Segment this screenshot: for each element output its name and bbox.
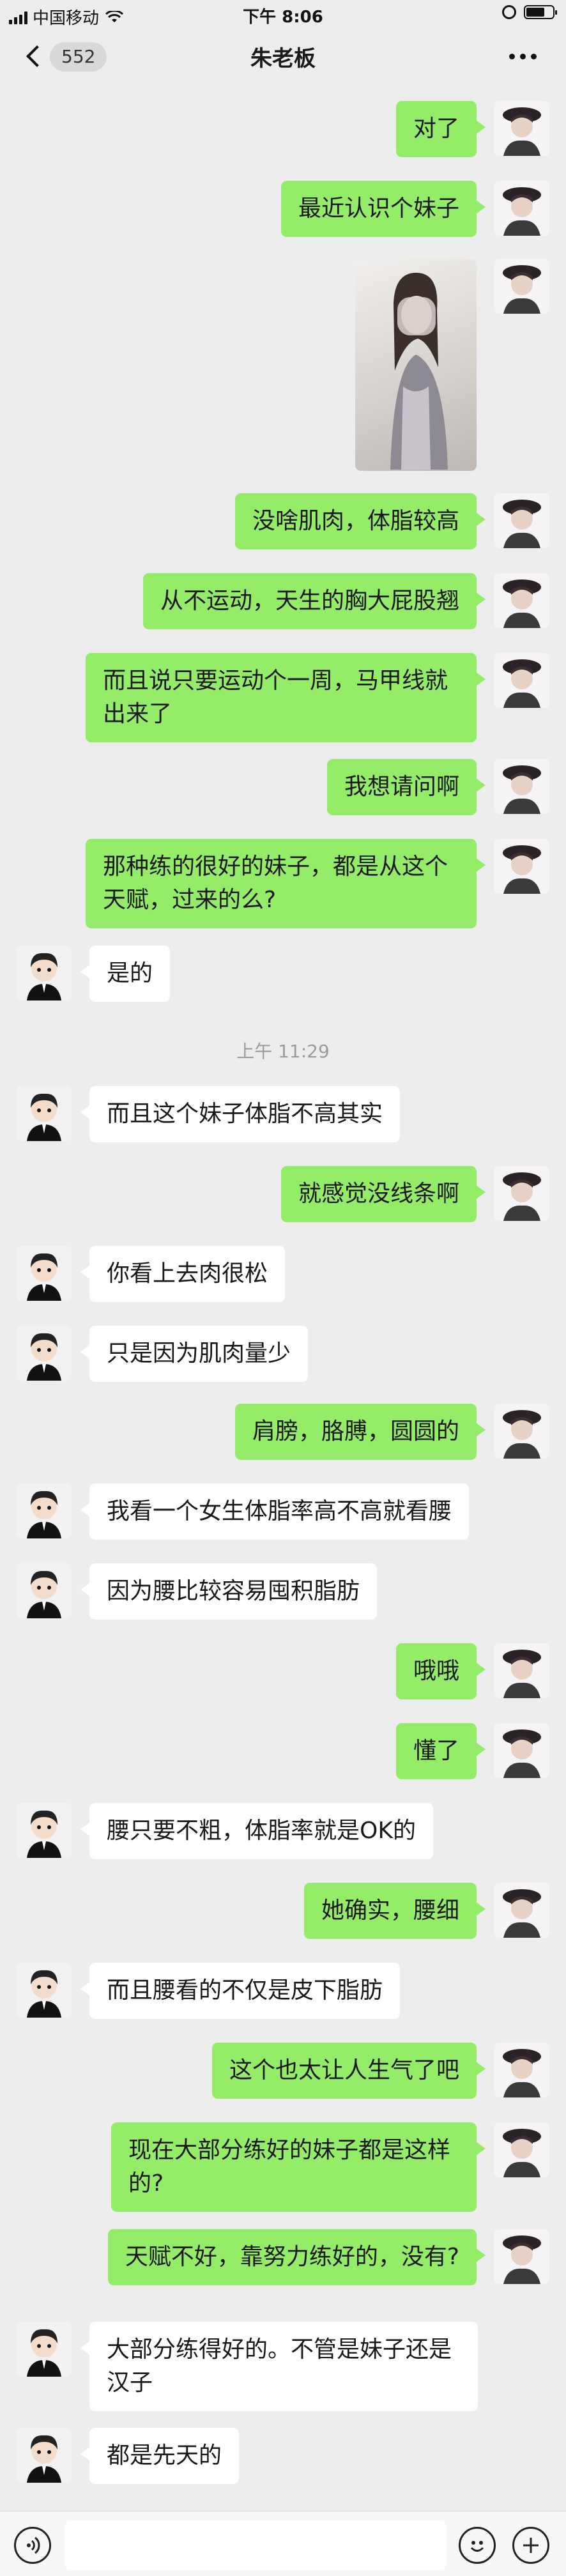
contact-avatar[interactable]	[17, 946, 72, 1000]
message-bubble[interactable]: 天赋不好，靠努力练好的，没有?	[107, 2229, 486, 2285]
my-avatar[interactable]	[494, 573, 549, 628]
message-bubble[interactable]: 你看上去肉很松	[80, 1246, 286, 1302]
my-avatar[interactable]	[494, 839, 549, 894]
message-bubble[interactable]: 这个也太让人生气了吧	[211, 2043, 486, 2099]
contact-avatar[interactable]	[17, 1563, 72, 1618]
contact-avatar[interactable]	[17, 1483, 72, 1538]
chat-header: 552 朱老板	[0, 28, 566, 86]
my-avatar[interactable]	[494, 2043, 549, 2097]
message-bubble[interactable]: 都是先天的	[80, 2428, 240, 2484]
emoji-button[interactable]	[459, 2527, 496, 2564]
message-bubble[interactable]: 就感觉没线条啊	[280, 1166, 486, 1222]
my-avatar[interactable]	[494, 101, 549, 156]
voice-button[interactable]	[14, 2527, 51, 2564]
message-bubble[interactable]: 而且说只要运动个一周，马甲线就出来了	[86, 653, 486, 742]
message-bubble[interactable]: 那种练的很好的妹子，都是从这个天赋，过来的么?	[86, 839, 486, 928]
message-bubble[interactable]: 而且腰看的不仅是皮下脂肪	[80, 1963, 401, 2019]
message-bubble[interactable]: 腰只要不粗，体脂率就是OK的	[80, 1803, 433, 1859]
rotation-lock-icon	[502, 5, 516, 19]
message-bubble[interactable]: 最近认识个妹子	[280, 181, 486, 237]
contact-avatar[interactable]	[17, 1803, 72, 1858]
message-bubble[interactable]: 现在大部分练好的妹子都是这样的?	[111, 2122, 486, 2212]
emoji-icon	[470, 2541, 484, 2552]
voice-icon	[27, 2536, 40, 2554]
message-bubble[interactable]: 没啥肌肉，体脂较高	[234, 493, 486, 549]
message-bubble[interactable]: 懂了	[395, 1723, 486, 1779]
contact-avatar[interactable]	[17, 1963, 72, 2018]
contact-avatar[interactable]	[17, 1326, 72, 1381]
my-avatar[interactable]	[494, 1643, 549, 1698]
contact-avatar[interactable]	[17, 2322, 72, 2377]
message-bubble[interactable]: 只是因为肌肉量少	[80, 1326, 309, 1382]
status-bar: 中国移动 下午 8:06	[0, 0, 566, 28]
message-bubble[interactable]: 对了	[395, 101, 486, 157]
my-avatar[interactable]	[494, 653, 549, 708]
photo-message[interactable]	[355, 259, 477, 471]
input-bar	[0, 2511, 566, 2576]
my-avatar[interactable]	[494, 181, 549, 236]
message-bubble[interactable]: 肩膀，胳膊，圆圆的	[234, 1404, 486, 1460]
message-bubble[interactable]: 哦哦	[395, 1643, 486, 1699]
my-avatar[interactable]	[494, 1166, 549, 1221]
my-avatar[interactable]	[494, 759, 549, 814]
add-button[interactable]	[512, 2527, 549, 2564]
contact-avatar[interactable]	[17, 2428, 72, 2483]
message-bubble[interactable]: 因为腰比较容易囤积脂肪	[80, 1563, 378, 1620]
my-avatar[interactable]	[494, 1723, 549, 1778]
contact-avatar[interactable]	[17, 1086, 72, 1141]
message-bubble[interactable]: 我想请问啊	[326, 759, 486, 815]
my-avatar[interactable]	[494, 1883, 549, 1938]
status-time: 下午 8:06	[243, 8, 323, 27]
my-avatar[interactable]	[494, 259, 549, 314]
my-avatar[interactable]	[494, 2229, 549, 2284]
message-bubble[interactable]: 她确实，腰细	[303, 1883, 486, 1939]
message-bubble[interactable]: 大部分练得好的。不管是妹子还是汉子	[80, 2322, 478, 2411]
message-timestamp: 上午 11:29	[236, 1041, 330, 1062]
my-avatar[interactable]	[494, 493, 549, 548]
my-avatar[interactable]	[494, 2122, 549, 2177]
battery-icon	[524, 5, 557, 19]
message-bubble[interactable]: 而且这个妹子体脂不高其实	[80, 1086, 401, 1142]
message-bubble[interactable]: 从不运动，天生的胸大屁股翘	[142, 573, 486, 629]
add-icon	[523, 2538, 539, 2553]
contact-avatar[interactable]	[17, 1246, 72, 1301]
message-bubble[interactable]: 是的	[80, 946, 171, 1002]
message-bubble[interactable]: 我看一个女生体脂率高不高就看腰	[80, 1483, 470, 1540]
message-input[interactable]	[65, 2520, 446, 2570]
more-options-button[interactable]	[509, 54, 537, 59]
chat-title: 朱老板	[250, 46, 316, 72]
my-avatar[interactable]	[494, 1404, 549, 1459]
